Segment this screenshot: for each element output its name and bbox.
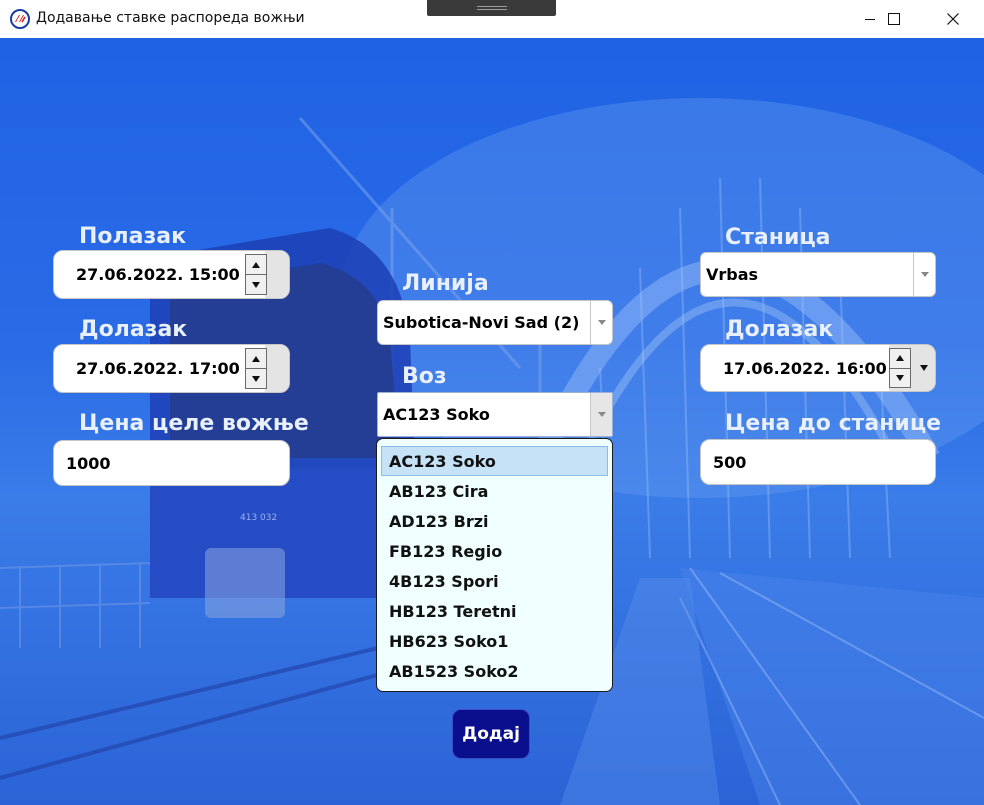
- station-price-label: Цена до станице: [725, 411, 942, 436]
- maximize-icon: [888, 13, 900, 25]
- chevron-down-icon: [597, 320, 606, 325]
- departure-spinner[interactable]: [245, 254, 267, 295]
- line-select-value: Subotica-Novi Sad (2): [383, 313, 580, 332]
- title-bar[interactable]: Додавање ставке распореда вожњи: [0, 0, 984, 38]
- train-option[interactable]: AB1523 Soko2: [381, 656, 608, 686]
- chevron-down-icon: [920, 272, 929, 277]
- train-option[interactable]: AC123 Soko: [381, 446, 608, 476]
- departure-label: Полазак: [79, 224, 187, 249]
- station-arrival-datetime-input[interactable]: 17.06.2022. 16:00: [700, 344, 936, 392]
- station-arrival-up-button[interactable]: [889, 348, 911, 369]
- station-arrival-datetime-value: 17.06.2022. 16:00: [723, 358, 887, 378]
- station-label: Станица: [725, 225, 831, 250]
- station-dropdown-button[interactable]: [913, 253, 935, 296]
- arrival-label: Долазак: [79, 317, 188, 342]
- chevron-up-icon: [896, 355, 904, 362]
- svg-text:413 032: 413 032: [240, 513, 277, 523]
- train-dropdown-list[interactable]: AC123 Soko AB123 Cira AD123 Brzi FB123 R…: [376, 438, 613, 692]
- station-arrival-label: Долазак: [725, 317, 834, 342]
- total-price-value: 1000: [66, 453, 111, 473]
- total-price-input[interactable]: 1000: [53, 440, 290, 486]
- departure-datetime-value: 27.06.2022. 15:00: [76, 265, 240, 284]
- station-arrival-down-button[interactable]: [889, 368, 911, 388]
- line-select[interactable]: Subotica-Novi Sad (2): [377, 300, 613, 345]
- train-option[interactable]: HB123 Teretni: [381, 596, 608, 626]
- calendar-dropdown-button[interactable]: [913, 345, 935, 391]
- arrival-down-button[interactable]: [245, 369, 267, 389]
- window-title: Додавање ставке распореда вожњи: [36, 10, 305, 26]
- station-price-input[interactable]: 500: [700, 439, 936, 485]
- line-label: Линија: [402, 271, 489, 296]
- chevron-down-icon: [896, 374, 904, 381]
- line-dropdown-button[interactable]: [590, 301, 612, 344]
- station-price-value: 500: [713, 452, 747, 472]
- train-option[interactable]: HB623 Soko1: [381, 626, 608, 656]
- departure-datetime-input[interactable]: 27.06.2022. 15:00: [53, 250, 290, 299]
- chevron-up-icon: [252, 355, 260, 362]
- add-button[interactable]: Додај: [452, 709, 530, 759]
- station-select-value: Vrbas: [706, 265, 759, 284]
- train-label: Воз: [402, 364, 447, 389]
- arrival-datetime-input[interactable]: 27.06.2022. 17:00: [53, 344, 290, 393]
- chevron-up-icon: [252, 261, 260, 268]
- chevron-down-icon: [252, 281, 260, 288]
- station-select[interactable]: Vrbas: [700, 252, 936, 297]
- serbian-railways-logo-icon: [10, 9, 30, 29]
- total-price-label: Цена целе вожње: [79, 411, 309, 436]
- train-option[interactable]: AB123 Cira: [381, 476, 608, 506]
- close-button[interactable]: [930, 0, 976, 38]
- train-select-value: AC123 Soko: [383, 405, 490, 424]
- spinner-gutter: [265, 251, 289, 298]
- spinner-gutter: [265, 345, 289, 392]
- station-arrival-spinner[interactable]: [889, 348, 911, 388]
- train-select[interactable]: AC123 Soko: [377, 392, 613, 437]
- train-option[interactable]: FB123 Regio: [381, 536, 608, 566]
- close-icon: [947, 13, 959, 25]
- drag-handle[interactable]: [427, 0, 556, 16]
- departure-up-button[interactable]: [245, 254, 267, 275]
- train-option[interactable]: 4B123 Spori: [381, 566, 608, 596]
- train-option[interactable]: AD123 Brzi: [381, 506, 608, 536]
- chevron-down-icon: [597, 412, 606, 417]
- form-area: 413 032 Полазак 27.06.2022. 15:00 Долаза…: [0, 38, 984, 805]
- arrival-up-button[interactable]: [245, 348, 267, 369]
- arrival-datetime-value: 27.06.2022. 17:00: [76, 359, 240, 378]
- chevron-down-icon: [920, 365, 928, 371]
- arrival-spinner[interactable]: [245, 348, 267, 389]
- departure-down-button[interactable]: [245, 275, 267, 295]
- chevron-down-icon: [252, 375, 260, 382]
- maximize-button[interactable]: [871, 0, 917, 38]
- train-dropdown-button[interactable]: [590, 393, 612, 436]
